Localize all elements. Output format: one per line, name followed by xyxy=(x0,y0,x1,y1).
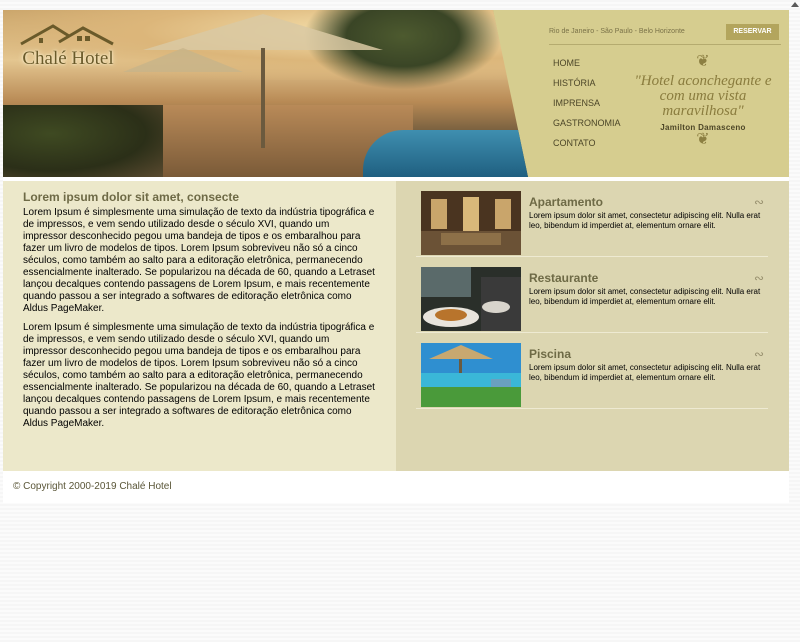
article-title: Lorem ipsum dolor sit amet, consecte xyxy=(23,190,240,204)
apartamento-image[interactable] xyxy=(421,191,521,255)
site-container: Chalé Hotel Rio de Janeiro - São Paulo -… xyxy=(3,10,789,503)
article-paragraph: Lorem Ipsum é simplesmente uma simulação… xyxy=(23,207,375,314)
swirl-icon: ∾ xyxy=(753,347,764,361)
header-info-panel: Rio de Janeiro - São Paulo - Belo Horizo… xyxy=(543,10,789,177)
feature-piscina[interactable]: Piscina Lorem ipsum dolor sit amet, cons… xyxy=(416,333,768,409)
feature-text: Lorem ipsum dolor sit amet, consectetur … xyxy=(529,363,761,382)
swirl-icon: ∾ xyxy=(753,271,764,285)
header-divider xyxy=(549,44,781,45)
copyright-text: © Copyright 2000-2019 Chalé Hotel xyxy=(13,481,172,492)
hero-palm-tree xyxy=(303,10,503,90)
article-column: Lorem ipsum dolor sit amet, consecte Lor… xyxy=(3,181,396,471)
testimonial: ❦ "Hotel aconchegante e com uma vista ma… xyxy=(627,54,779,164)
piscina-image[interactable] xyxy=(421,343,521,407)
restaurante-image[interactable] xyxy=(421,267,521,331)
nav-item-contato[interactable]: CONTATO xyxy=(553,136,621,156)
swirl-icon: ∾ xyxy=(753,195,764,209)
feature-title[interactable]: Restaurante xyxy=(529,271,598,285)
locations-text: Rio de Janeiro - São Paulo - Belo Horizo… xyxy=(549,28,685,35)
ornament-bottom-icon: ❦ xyxy=(696,131,710,148)
site-footer: © Copyright 2000-2019 Chalé Hotel xyxy=(3,471,789,503)
logo-text: Chalé Hotel xyxy=(22,48,114,69)
logo[interactable]: Chalé Hotel xyxy=(13,22,123,80)
article-body: Lorem Ipsum é simplesmente uma simulação… xyxy=(23,207,375,437)
testimonial-quote: "Hotel aconchegante e com uma vista mara… xyxy=(634,73,772,119)
feature-text: Lorem ipsum dolor sit amet, consectetur … xyxy=(529,211,761,230)
reserve-button[interactable]: RESERVAR xyxy=(726,24,779,40)
feature-title[interactable]: Apartamento xyxy=(529,195,603,209)
hero-pool xyxy=(363,130,528,177)
site-header: Chalé Hotel Rio de Janeiro - São Paulo -… xyxy=(3,10,789,177)
article-paragraph: Lorem Ipsum é simplesmente uma simulação… xyxy=(23,322,375,429)
hero-image: Chalé Hotel xyxy=(3,10,528,177)
main-nav: HOME HISTÓRIA IMPRENSA GASTRONOMIA CONTA… xyxy=(553,56,621,156)
nav-item-gastronomia[interactable]: GASTRONOMIA xyxy=(553,116,621,136)
house-roof-icon xyxy=(20,24,114,46)
feature-restaurante[interactable]: Restaurante Lorem ipsum dolor sit amet, … xyxy=(416,257,768,333)
feature-title[interactable]: Piscina xyxy=(529,347,571,361)
scroll-up-arrow-icon[interactable] xyxy=(791,2,799,7)
nav-item-home[interactable]: HOME xyxy=(553,56,621,76)
features-column: Apartamento Lorem ipsum dolor sit amet, … xyxy=(396,181,789,471)
ornament-top-icon: ❦ xyxy=(696,53,710,70)
feature-apartamento[interactable]: Apartamento Lorem ipsum dolor sit amet, … xyxy=(416,181,768,257)
nav-item-historia[interactable]: HISTÓRIA xyxy=(553,76,621,96)
hero-plants xyxy=(3,105,163,177)
hero-umbrella-pole xyxy=(261,48,265,148)
main-content: Lorem ipsum dolor sit amet, consecte Lor… xyxy=(3,181,789,471)
feature-text: Lorem ipsum dolor sit amet, consectetur … xyxy=(529,287,761,306)
nav-item-imprensa[interactable]: IMPRENSA xyxy=(553,96,621,116)
